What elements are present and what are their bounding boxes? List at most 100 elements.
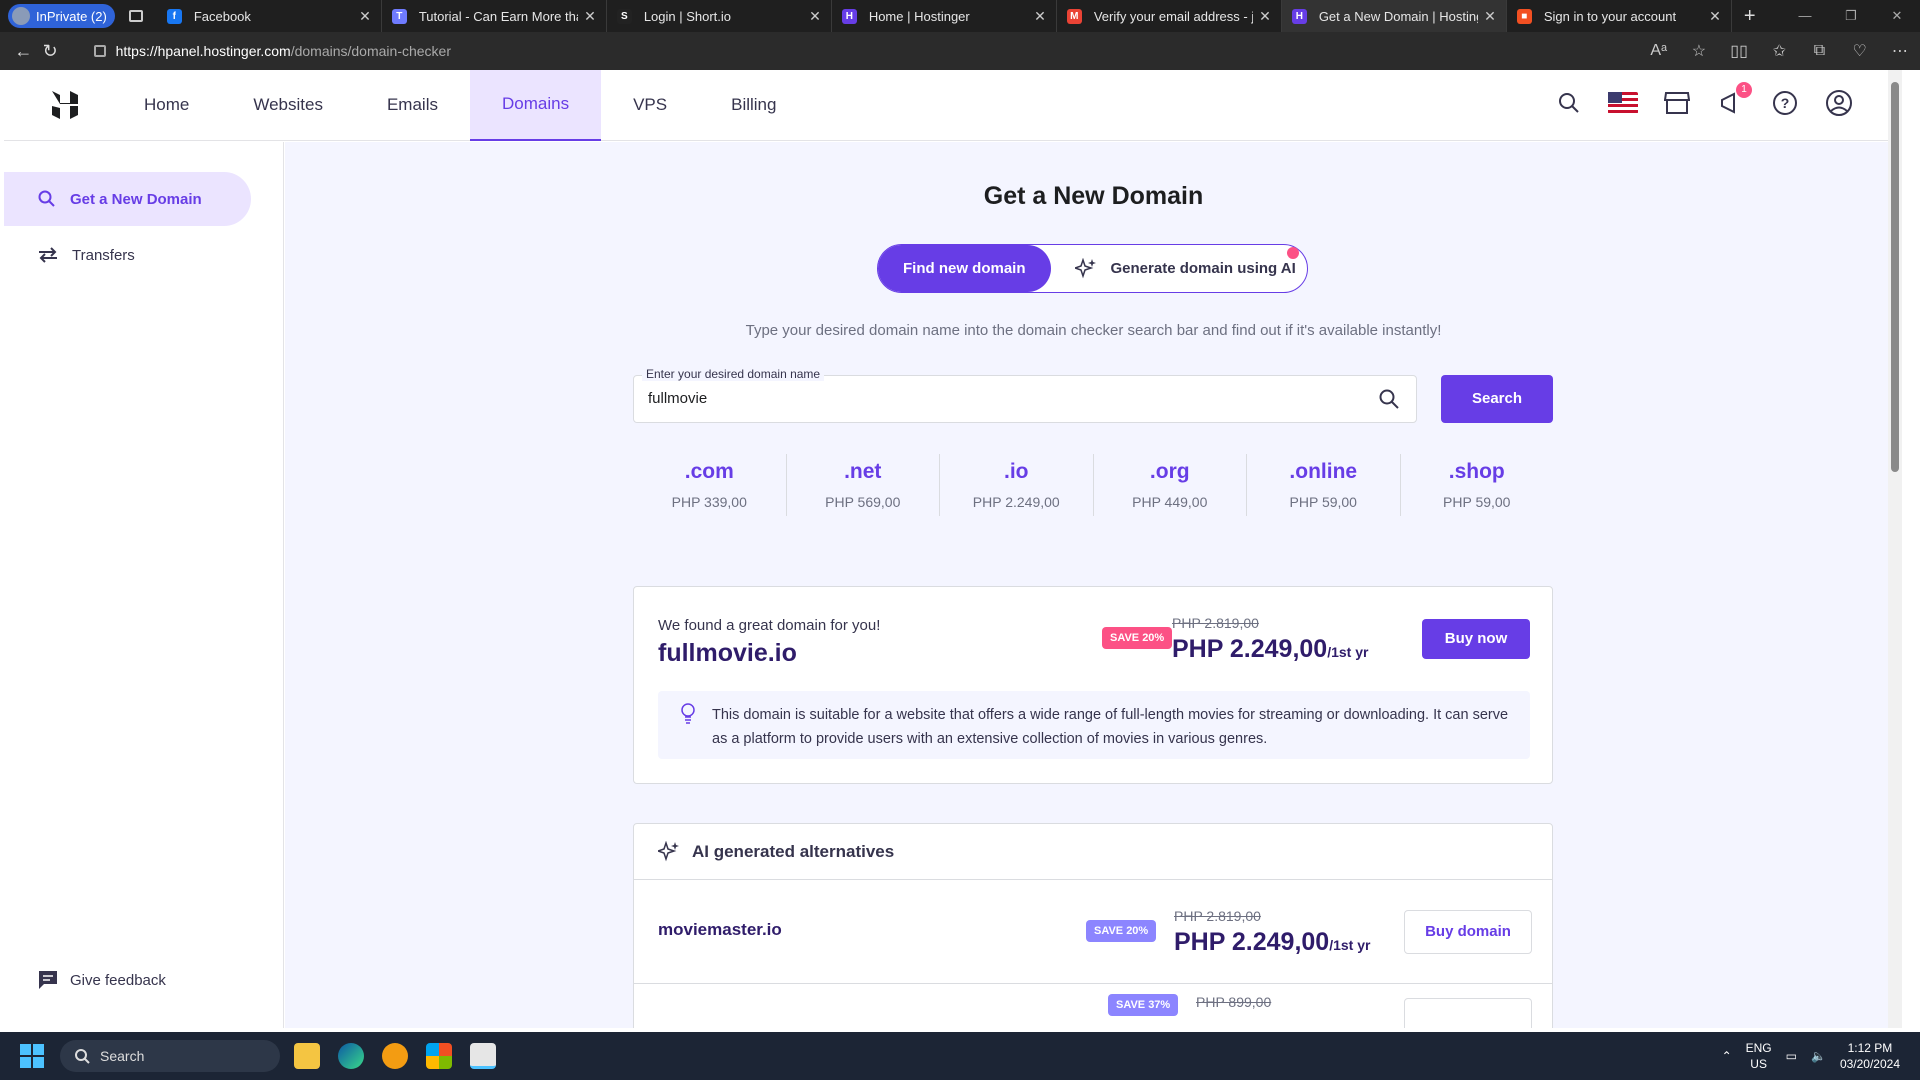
browser-tab[interactable]: H Home | Hostinger ✕ [832,0,1057,32]
generate-ai-tab[interactable]: Generate domain using AI [1074,257,1296,280]
microsoft-store-icon[interactable] [426,1043,452,1069]
browser-tab[interactable]: ■ Sign in to your account ✕ [1507,0,1732,32]
top-navigation: Home Websites Emails Domains VPS Billing 1 ? [4,70,1902,141]
buy-domain-button[interactable]: Buy domain [1404,910,1532,954]
read-aloud-icon[interactable]: Aᵃ [1639,42,1679,60]
close-tab-icon[interactable]: ✕ [584,8,596,25]
split-screen-icon[interactable]: ▯▯ [1719,41,1759,61]
give-feedback-button[interactable]: Give feedback [38,970,166,990]
sidebar-item-label: Transfers [72,246,135,264]
close-tab-icon[interactable]: ✕ [1034,8,1046,25]
system-tray: ⌃ ENG US ▭ 🔈 1:12 PM 03/20/2024 [1722,1032,1900,1080]
clock[interactable]: 1:12 PM 03/20/2024 [1840,1040,1900,1072]
page-scrollbar[interactable] [1888,70,1902,1028]
domain-search-input[interactable]: Enter your desired domain name fullmovie [633,367,1417,423]
tab-actions-icon[interactable] [128,10,143,22]
sidebar-item-get-new-domain[interactable]: Get a New Domain [4,172,251,226]
tld-option[interactable]: .net PHP 569,00 [787,454,940,516]
active-app-icon[interactable] [470,1043,496,1069]
nav-domains[interactable]: Domains [469,70,602,141]
alternative-domain-name: moviemaster.io [658,920,782,939]
taskbar-search[interactable]: Search [60,1040,280,1072]
search-button[interactable]: Search [1441,375,1553,423]
sidebar-item-transfers[interactable]: Transfers [4,228,251,282]
browser-tab[interactable]: H Get a New Domain | Hostinger ✕ [1281,0,1507,32]
nav-home[interactable]: Home [112,70,221,141]
browser-tab[interactable]: T Tutorial - Can Earn More than ✕ [382,0,607,32]
browser-tab[interactable]: f Facebook ✕ [157,0,382,32]
new-tab-button[interactable]: + [1744,5,1756,28]
close-tab-icon[interactable]: ✕ [359,8,371,25]
save-badge: SAVE 20% [1086,920,1157,942]
tld-option[interactable]: .online PHP 59,00 [1247,454,1401,516]
file-explorer-icon[interactable] [294,1043,320,1069]
search-icon[interactable] [1554,88,1584,118]
favorite-star-icon[interactable]: ☆ [1679,41,1719,61]
nav-billing[interactable]: Billing [699,70,808,141]
windows-taskbar: Search ⌃ ENG US ▭ 🔈 1:12 PM 03/20/2024 [0,1032,1920,1080]
browser-tab[interactable]: S Login | Short.io ✕ [607,0,832,32]
inprivate-profile-button[interactable]: InPrivate (2) [8,4,115,28]
price-period: /1st yr [1327,644,1369,660]
close-window-button[interactable]: ✕ [1874,0,1920,32]
close-tab-icon[interactable]: ✕ [1484,8,1496,25]
tld-option[interactable]: .com PHP 339,00 [633,454,787,516]
store-icon[interactable] [1662,88,1692,118]
hostinger-logo-icon[interactable] [50,90,80,120]
close-tab-icon[interactable]: ✕ [1259,8,1271,25]
tab-favicon-icon: ■ [1516,8,1532,24]
tld-price: PHP 59,00 [1443,494,1511,510]
back-button[interactable]: ← [10,41,37,62]
tab-favicon-icon: H [1291,8,1307,24]
tld-option[interactable]: .org PHP 449,00 [1094,454,1247,516]
minimize-button[interactable]: — [1782,0,1828,32]
tld-price: PHP 339,00 [671,494,747,510]
address-bar-row: ← ↻ https://hpanel.hostinger.com /domain… [0,32,1920,70]
taskbar-search-label: Search [100,1048,145,1064]
app-icon[interactable] [382,1043,408,1069]
save-badge: SAVE 20% [1102,627,1173,649]
maximize-button[interactable]: ❐ [1828,0,1874,32]
collections-icon[interactable]: ⧉ [1799,42,1839,60]
nav-websites[interactable]: Websites [221,70,355,141]
close-tab-icon[interactable]: ✕ [809,8,821,25]
sidebar-item-label: Get a New Domain [70,190,202,208]
find-new-domain-tab[interactable]: Find new domain [878,245,1051,292]
price-value: PHP 2.249,00 [1174,928,1330,956]
edge-browser-icon[interactable] [338,1043,364,1069]
give-feedback-label: Give feedback [70,971,166,989]
notification-badge: 1 [1736,82,1752,98]
buy-now-button[interactable]: Buy now [1422,619,1530,659]
url-field[interactable]: https://hpanel.hostinger.com /domains/do… [93,37,1639,65]
network-icon[interactable]: ▭ [1786,1049,1797,1063]
featured-domain-name: fullmovie.io [658,639,797,667]
more-menu-icon[interactable]: ⋯ [1880,41,1920,61]
tab-favicon-icon: M [1066,8,1082,24]
tab-favicon-icon: H [841,8,857,24]
tab-favicon-icon: S [616,8,632,24]
alternative-domain-row: moviemaster.io SAVE 20% PHP 2.819,00 PHP… [634,880,1552,984]
windows-start-icon[interactable] [20,1044,44,1068]
help-icon[interactable]: ? [1770,88,1800,118]
nav-emails[interactable]: Emails [355,70,470,141]
account-icon[interactable] [1824,88,1854,118]
nav-vps[interactable]: VPS [601,70,699,141]
tld-price: PHP 59,00 [1289,494,1357,510]
alternative-domain-row: SAVE 37% PHP 899,00 [634,984,1552,1028]
scrollbar-thumb[interactable] [1891,82,1899,472]
browser-tab[interactable]: M Verify your email address - je ✕ [1057,0,1282,32]
lock-icon [93,45,106,57]
tld-option[interactable]: .shop PHP 59,00 [1401,454,1554,516]
favorites-icon[interactable]: ✩ [1759,41,1799,61]
volume-icon[interactable]: 🔈 [1811,1049,1826,1063]
tray-overflow-icon[interactable]: ⌃ [1722,1049,1732,1063]
us-flag-icon[interactable] [1608,88,1638,118]
sidebar: Get a New Domain Transfers Give feedback [4,142,284,1028]
refresh-button[interactable]: ↻ [37,41,64,62]
language-indicator[interactable]: ENG US [1746,1040,1772,1072]
buy-domain-button[interactable] [1404,998,1532,1028]
tld-option[interactable]: .io PHP 2.249,00 [940,454,1094,516]
copilot-icon[interactable]: ♡ [1840,41,1880,61]
close-tab-icon[interactable]: ✕ [1709,8,1721,25]
notifications-icon[interactable]: 1 [1716,82,1752,118]
